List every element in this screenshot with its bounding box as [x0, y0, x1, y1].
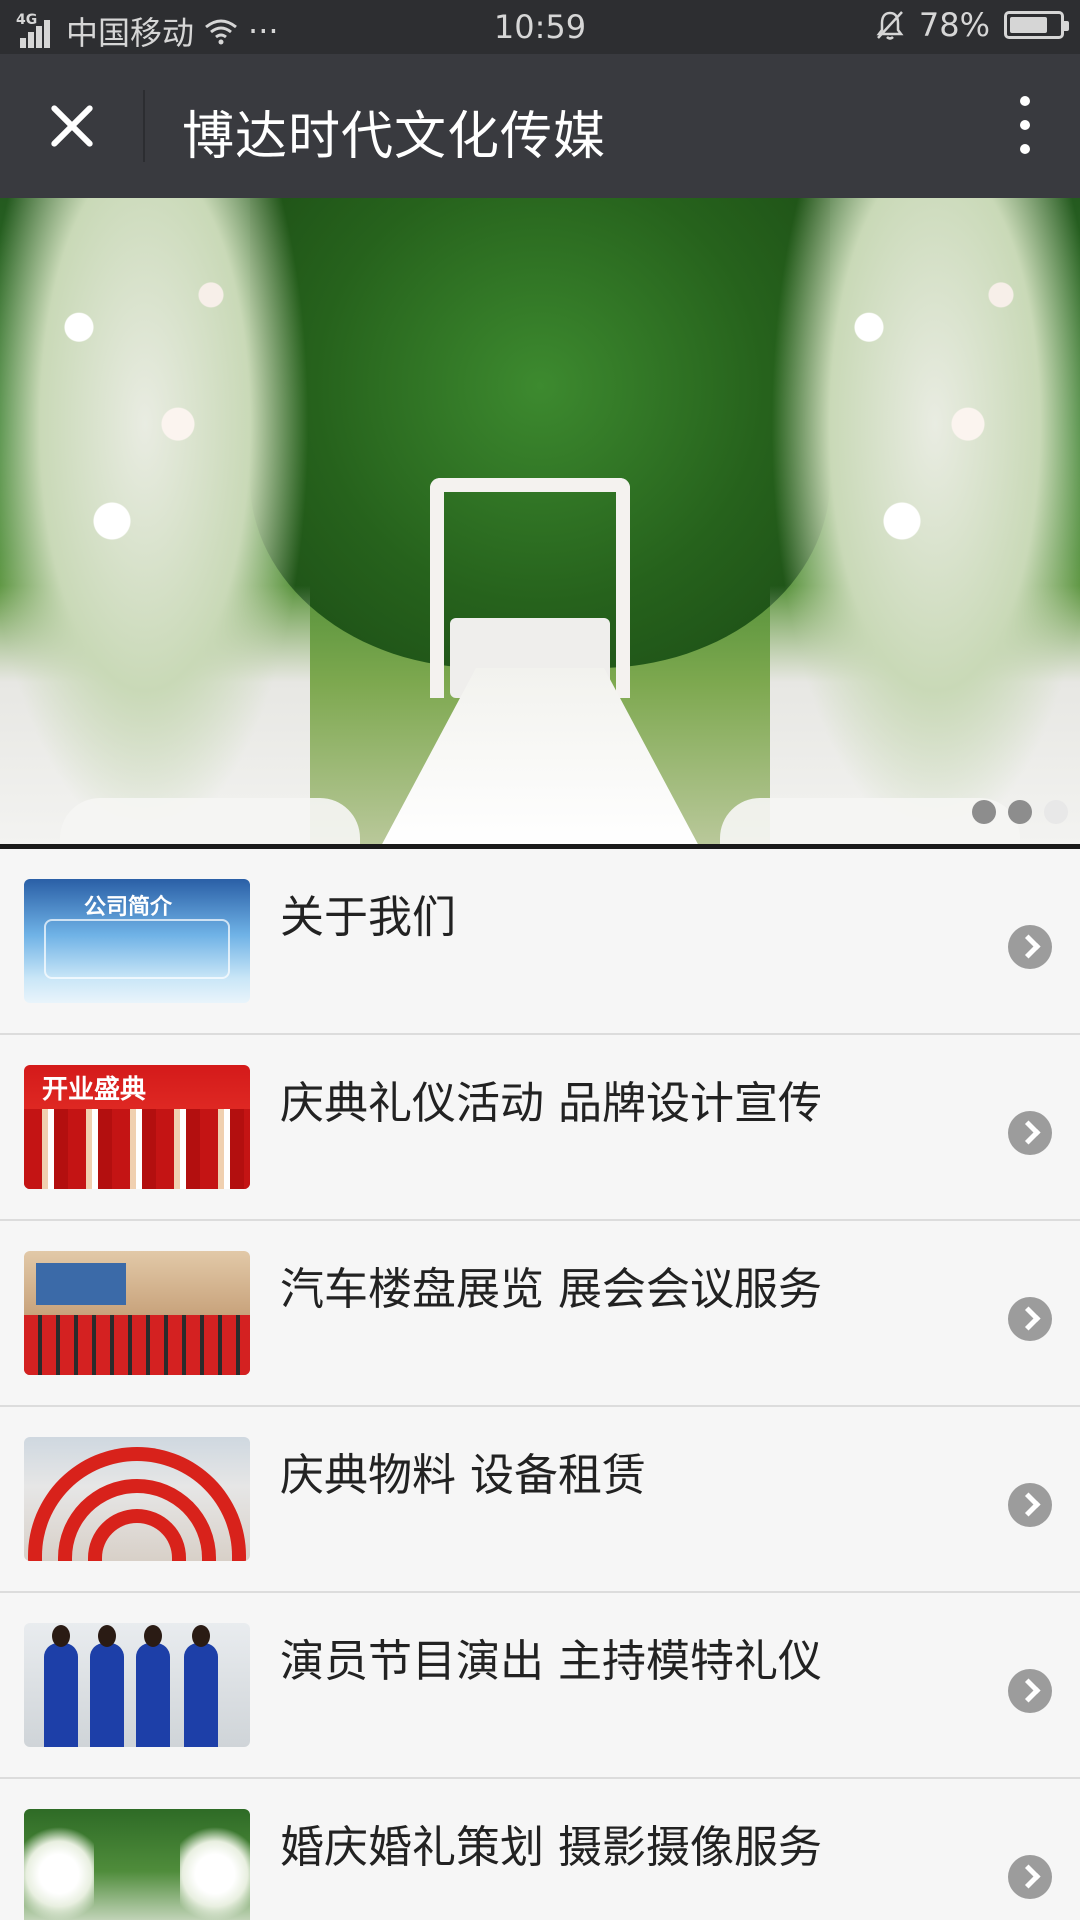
- status-bar: 4G 中国移动 ··· 10:59 78%: [0, 0, 1080, 54]
- list-item[interactable]: 婚庆婚礼策划 摄影摄像服务: [0, 1779, 1080, 1920]
- carousel-dot[interactable]: [972, 800, 996, 824]
- thumbnail-inflatable-arches: [24, 1437, 250, 1561]
- list-item-label: 庆典物料 设备租赁: [280, 1450, 646, 1501]
- list-item[interactable]: 汽车楼盘展览 展会会议服务: [0, 1221, 1080, 1407]
- thumbnail-text: 开业盛典: [42, 1075, 147, 1105]
- more-menu-icon[interactable]: [1006, 90, 1046, 162]
- carousel-dot[interactable]: [1044, 800, 1068, 824]
- thumbnail-text: 公司简介: [84, 895, 173, 920]
- carousel-dots[interactable]: [972, 800, 1068, 824]
- chevron-right-icon[interactable]: [1008, 925, 1052, 969]
- chevron-right-icon[interactable]: [1008, 1669, 1052, 1713]
- chevron-right-icon[interactable]: [1008, 1297, 1052, 1341]
- close-icon[interactable]: [36, 91, 106, 161]
- list-item[interactable]: 开业盛典 庆典礼仪活动 品牌设计宣传: [0, 1035, 1080, 1221]
- list-item-label: 汽车楼盘展览 展会会议服务: [280, 1264, 822, 1315]
- banner-chairs-left: [60, 798, 360, 844]
- page-title: 博达时代文化传媒: [182, 107, 607, 167]
- chevron-right-icon[interactable]: [1008, 1483, 1052, 1527]
- thumbnail-models: [24, 1623, 250, 1747]
- battery-percent: 78%: [918, 6, 990, 44]
- banner-flowers-right: [770, 198, 1080, 844]
- chevron-right-icon[interactable]: [1008, 1111, 1052, 1155]
- list-item-label: 演员节目演出 主持模特礼仪: [280, 1636, 822, 1687]
- list-item-label: 婚庆婚礼策划 摄影摄像服务: [280, 1822, 822, 1873]
- banner-aisle: [380, 668, 700, 844]
- battery-fill: [1010, 17, 1047, 33]
- list-item[interactable]: 庆典物料 设备租赁: [0, 1407, 1080, 1593]
- banner-carousel[interactable]: [0, 198, 1080, 844]
- thumbnail-opening-ceremony: 开业盛典: [24, 1065, 250, 1189]
- banner-flowers-left: [0, 198, 310, 844]
- thumbnail-wedding: [24, 1809, 250, 1920]
- thumbnail-conference: [24, 1251, 250, 1375]
- list-item[interactable]: 演员节目演出 主持模特礼仪: [0, 1593, 1080, 1779]
- carousel-dot[interactable]: [1008, 800, 1032, 824]
- thumbnail-company-profile: 公司简介: [24, 879, 250, 1003]
- bell-muted-icon: [876, 11, 904, 40]
- title-divider: [143, 90, 145, 162]
- title-bar: 博达时代文化传媒: [0, 54, 1080, 198]
- menu-list: 公司简介 关于我们 开业盛典 庆典礼仪活动 品牌设计宣传 汽车楼盘展览 展会会议…: [0, 849, 1080, 1920]
- chevron-right-icon[interactable]: [1008, 1855, 1052, 1899]
- battery-icon: [1004, 11, 1069, 39]
- list-item-label: 关于我们: [280, 892, 456, 943]
- list-item-label: 庆典礼仪活动 品牌设计宣传: [280, 1078, 822, 1129]
- list-item[interactable]: 公司简介 关于我们: [0, 849, 1080, 1035]
- status-right: 78%: [875, 6, 1069, 44]
